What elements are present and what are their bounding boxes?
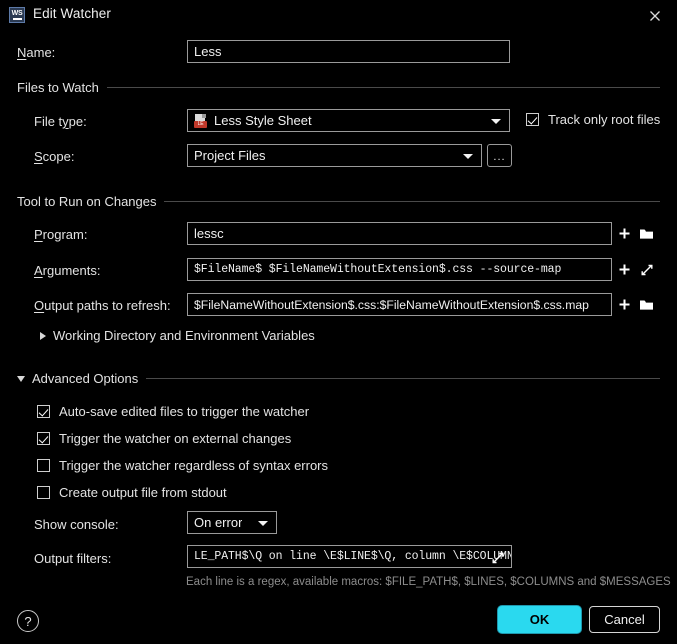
output-paths-input[interactable]: $FileNameWithoutExtension$.css:$FileName… xyxy=(187,293,612,316)
checkbox-syntax-errors[interactable]: Trigger the watcher regardless of syntax… xyxy=(37,458,328,473)
output-paths-label-rest: utput paths to refresh: xyxy=(44,298,171,313)
arguments-input[interactable]: $FileName$ $FileNameWithoutExtension$.cs… xyxy=(187,258,612,281)
working-directory-label: Working Directory and Environment Variab… xyxy=(53,328,315,343)
checkbox-external-changes[interactable]: Trigger the watcher on external changes xyxy=(37,431,291,446)
title-bar: WS Edit Watcher xyxy=(0,0,677,30)
ok-button-label: OK xyxy=(529,612,550,627)
arguments-label-rest: rguments: xyxy=(42,263,101,278)
help-icon: ? xyxy=(24,613,32,629)
arguments-label: Arguments: xyxy=(34,263,100,278)
scope-label: Scope: xyxy=(34,149,74,164)
file-type-combo[interactable]: LE Less Style Sheet xyxy=(187,109,510,132)
working-directory-disclosure[interactable]: Working Directory and Environment Variab… xyxy=(40,328,315,343)
name-label-mnemonic: N xyxy=(17,45,27,60)
chevron-down-icon xyxy=(463,153,473,159)
program-input-value: lessc xyxy=(194,226,224,241)
arguments-field-icons xyxy=(617,258,654,281)
show-console-combo[interactable]: On error xyxy=(187,511,277,534)
scope-label-rest: cope: xyxy=(42,149,75,164)
expand-editor-icon[interactable] xyxy=(639,262,654,277)
scope-browse-label: ... xyxy=(493,151,506,163)
output-paths-input-value: $FileNameWithoutExtension$.css:$FileName… xyxy=(194,297,589,312)
browse-folder-icon[interactable] xyxy=(639,297,654,312)
track-only-root-files-checkbox[interactable]: Track only root files xyxy=(526,112,660,127)
output-filters-input[interactable]: LE_PATH$\Q on line \E$LINE$\Q, column \E… xyxy=(187,545,512,568)
checkbox-box xyxy=(526,113,539,126)
less-file-icon: LE xyxy=(194,113,208,128)
files-to-watch-section-title: Files to Watch xyxy=(17,80,99,95)
dialog-title: Edit Watcher xyxy=(33,6,111,21)
checkbox-label: Trigger the watcher regardless of syntax… xyxy=(59,458,329,473)
program-label-mnemonic: P xyxy=(34,227,43,242)
scope-combo[interactable]: Project Files xyxy=(187,144,482,167)
show-console-value: On error xyxy=(194,515,243,530)
webstorm-logo-icon: WS xyxy=(9,7,25,23)
checkbox-auto-save[interactable]: Auto-save edited files to trigger the wa… xyxy=(37,404,309,419)
section-divider xyxy=(106,87,660,88)
checkbox-box xyxy=(37,432,50,445)
insert-macro-icon[interactable] xyxy=(617,262,632,277)
scope-value: Project Files xyxy=(194,148,266,163)
show-console-label: Show console: xyxy=(34,517,119,532)
cancel-button-label: Cancel xyxy=(604,612,645,627)
output-paths-field-icons xyxy=(617,293,654,316)
arguments-input-value: $FileName$ $FileNameWithoutExtension$.cs… xyxy=(194,263,562,276)
output-filters-input-value: LE_PATH$\Q on line \E$LINE$\Q, column \E… xyxy=(194,550,512,563)
chevron-down-icon xyxy=(491,118,501,124)
checkbox-label: Auto-save edited files to trigger the wa… xyxy=(59,404,310,419)
checkbox-label: Trigger the watcher on external changes xyxy=(59,431,292,446)
name-label: Name: xyxy=(17,45,55,60)
advanced-options-section-title: Advanced Options xyxy=(32,371,139,386)
name-label-rest: ame: xyxy=(26,45,56,60)
close-icon[interactable] xyxy=(645,6,665,26)
file-type-value: Less Style Sheet xyxy=(214,113,312,128)
program-label: Program: xyxy=(34,227,87,242)
file-type-label-a: File t xyxy=(34,114,63,129)
browse-folder-icon[interactable] xyxy=(639,226,654,241)
ok-button[interactable]: OK xyxy=(498,606,581,633)
checkbox-box xyxy=(37,459,50,472)
scope-browse-button[interactable]: ... xyxy=(487,144,512,167)
files-to-watch-section-header: Files to Watch xyxy=(17,80,660,95)
track-only-root-files-label: Track only root files xyxy=(548,112,661,127)
checkbox-box xyxy=(37,405,50,418)
chevron-down-icon xyxy=(17,375,25,382)
chevron-down-icon xyxy=(258,520,268,526)
output-filters-label: Output filters: xyxy=(34,551,112,566)
tool-to-run-section-header: Tool to Run on Changes xyxy=(17,194,660,209)
chevron-right-icon xyxy=(40,331,46,340)
insert-macro-icon[interactable] xyxy=(617,297,632,312)
expand-editor-icon[interactable] xyxy=(490,550,505,565)
program-label-rest: rogram: xyxy=(42,227,88,242)
checkbox-box xyxy=(37,486,50,499)
arguments-label-mnemonic: A xyxy=(34,263,43,278)
help-button[interactable]: ? xyxy=(17,610,39,632)
program-input[interactable]: lessc xyxy=(187,222,612,245)
output-paths-label: Output paths to refresh: xyxy=(34,298,171,313)
output-filters-hint: Each line is a regex, available macros: … xyxy=(186,576,671,588)
edit-watcher-dialog: WS Edit Watcher Name: Less Files to Watc… xyxy=(0,0,677,644)
advanced-options-section-header[interactable]: Advanced Options xyxy=(17,371,660,386)
tool-to-run-section-title: Tool to Run on Changes xyxy=(17,194,157,209)
checkbox-create-output-file[interactable]: Create output file from stdout xyxy=(37,485,227,500)
cancel-button[interactable]: Cancel xyxy=(589,606,660,633)
name-input-value: Less xyxy=(194,44,222,59)
insert-macro-icon[interactable] xyxy=(617,226,632,241)
name-input[interactable]: Less xyxy=(187,40,510,63)
scope-label-mnemonic: S xyxy=(34,149,43,164)
section-divider xyxy=(164,201,660,202)
output-paths-label-mnemonic: O xyxy=(34,298,45,313)
checkbox-label: Create output file from stdout xyxy=(59,485,227,500)
file-type-label: File type: xyxy=(34,114,87,129)
program-field-icons xyxy=(617,222,654,245)
file-type-label-b: pe: xyxy=(68,114,87,129)
section-divider xyxy=(146,378,660,379)
